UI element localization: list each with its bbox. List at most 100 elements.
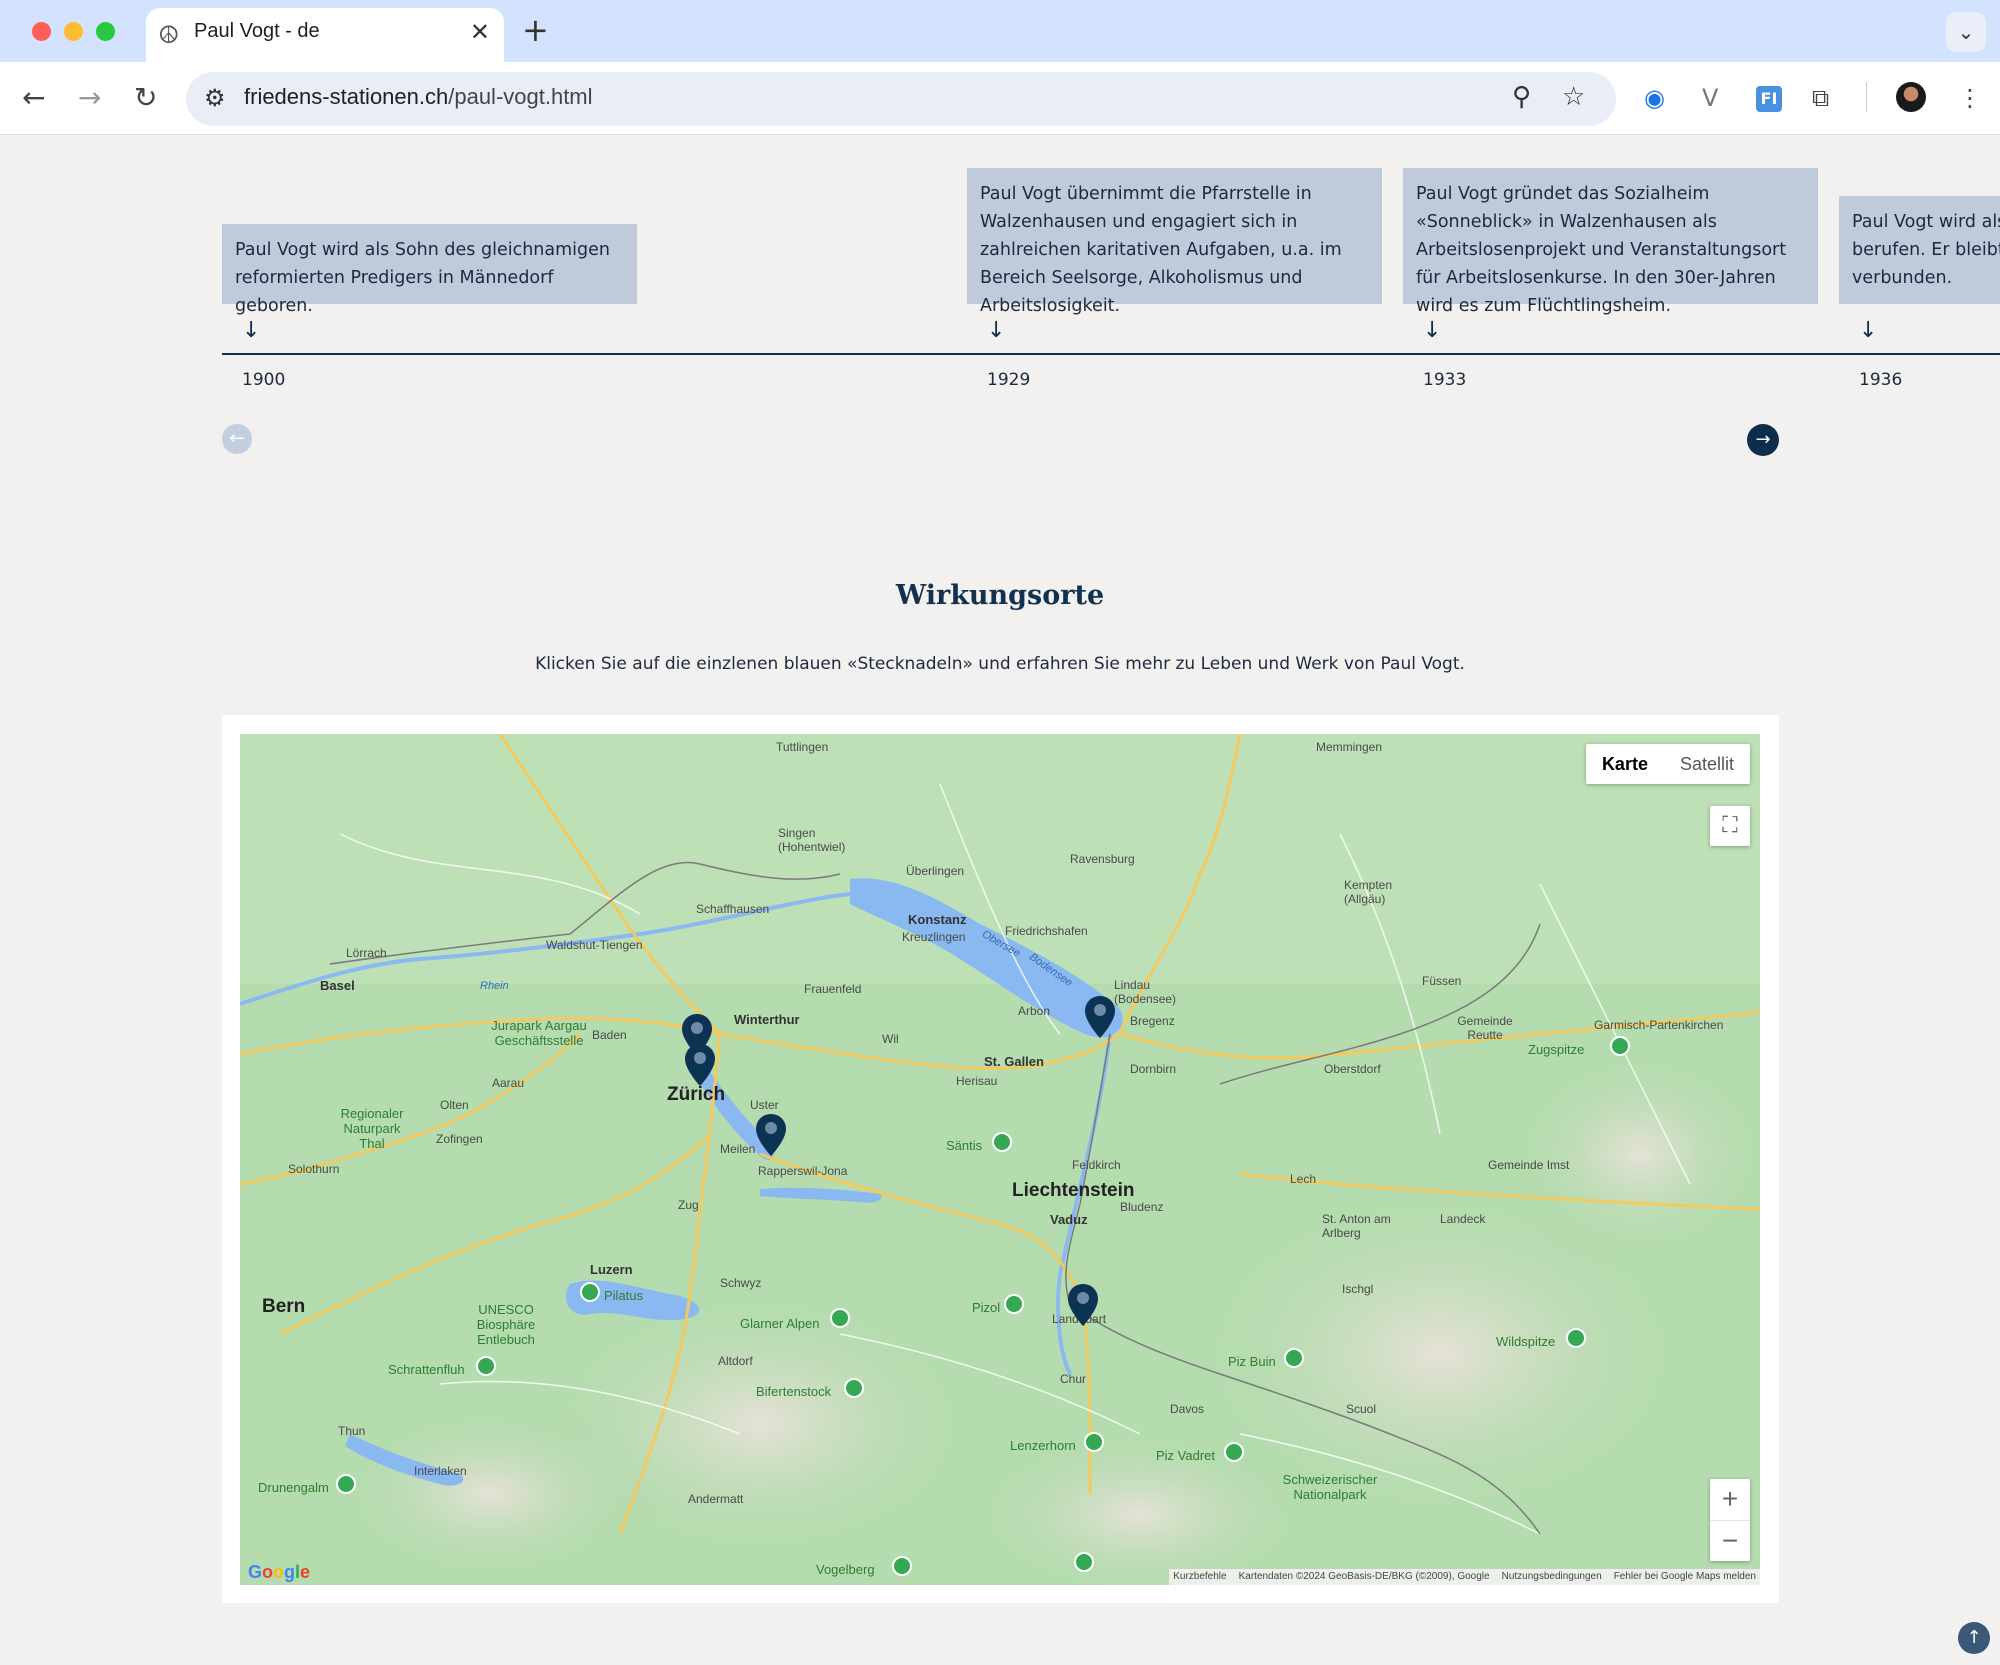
new-tab-button[interactable]: + bbox=[522, 12, 549, 48]
map-label-reutte: Gemeinde Reutte bbox=[1457, 1014, 1513, 1042]
close-window-button[interactable] bbox=[32, 22, 51, 41]
poi-marker-wildspitze-icon[interactable] bbox=[1566, 1328, 1586, 1348]
map-label-waldshut: Waldshut-Tiengen bbox=[546, 938, 643, 952]
map-label-aarau: Aarau bbox=[492, 1076, 525, 1090]
timeline-year: 1933 bbox=[1423, 370, 1467, 390]
map-label-rapperswil: Rapperswil-Jona bbox=[758, 1164, 848, 1178]
map-label-meilen: Meilen bbox=[720, 1142, 756, 1156]
map-label-vogelberg: Vogelberg bbox=[816, 1562, 875, 1577]
map-label-bifertenstock: Bifertenstock bbox=[756, 1384, 832, 1399]
location-pin-landquart-icon[interactable] bbox=[1066, 1282, 1100, 1328]
location-pin-walzenhausen-icon[interactable] bbox=[1083, 994, 1117, 1040]
scroll-to-top-button[interactable]: ↑ bbox=[1958, 1622, 1990, 1654]
minimize-window-button[interactable] bbox=[64, 22, 83, 41]
poi-marker-lenzerhorn-icon[interactable] bbox=[1084, 1432, 1104, 1452]
menu-icon[interactable]: ⋮ bbox=[1958, 84, 1982, 112]
site-settings-tune-icon[interactable]: ⚙ bbox=[204, 84, 226, 112]
timeline-next-button[interactable]: → bbox=[1747, 424, 1779, 456]
forward-icon[interactable]: → bbox=[78, 80, 101, 116]
poi-marker-piz-buin-icon[interactable] bbox=[1284, 1348, 1304, 1368]
map-report-error-link[interactable]: Fehler bei Google Maps melden bbox=[1614, 1569, 1756, 1585]
poi-marker-zugspitze-icon[interactable] bbox=[1610, 1036, 1630, 1056]
map-label-vaduz: Vaduz bbox=[1050, 1212, 1088, 1227]
timeline-year: 1900 bbox=[242, 370, 286, 390]
url-path: /paul-vogt.html bbox=[448, 84, 593, 109]
timeline-arrow-down-icon: ↓ bbox=[1859, 318, 1878, 343]
map-label-imst: Gemeinde Imst bbox=[1488, 1158, 1570, 1172]
map-label-piz-vadret: Piz Vadret bbox=[1156, 1448, 1216, 1463]
map-label-friedrichshafen: Friedrichshafen bbox=[1005, 924, 1088, 938]
close-tab-icon[interactable]: ✕ bbox=[470, 18, 490, 46]
timeline-card-1900: Paul Vogt wird als Sohn des gleichnamige… bbox=[222, 224, 637, 316]
poi-marker-pizol-icon[interactable] bbox=[1004, 1294, 1024, 1314]
poi-marker-pilatus-icon[interactable] bbox=[580, 1282, 600, 1302]
profile-avatar[interactable] bbox=[1896, 82, 1926, 112]
map-label-piz-buin: Piz Buin bbox=[1228, 1354, 1276, 1369]
timeline-year: 1929 bbox=[987, 370, 1031, 390]
map-type-satellit-button[interactable]: Satellit bbox=[1664, 744, 1750, 784]
map-label-oberstdorf: Oberstdorf bbox=[1324, 1062, 1381, 1076]
zoom-out-button[interactable]: − bbox=[1710, 1521, 1750, 1562]
address-bar[interactable]: ⚙ friedens-stationen.ch/paul-vogt.html ⚲… bbox=[186, 72, 1616, 126]
star-icon[interactable]: ☆ bbox=[1562, 82, 1585, 112]
map-label-lenzerhorn: Lenzerhorn bbox=[1010, 1438, 1076, 1453]
google-map[interactable]: Zürich Liechtenstein Bern Luzern Basel W… bbox=[240, 734, 1760, 1585]
url-text[interactable]: friedens-stationen.ch/paul-vogt.html bbox=[244, 84, 593, 110]
map-label-st-anton: St. Anton am Arlberg bbox=[1322, 1212, 1391, 1240]
map-label-dornbirn: Dornbirn bbox=[1130, 1062, 1177, 1076]
map-label-fuessen: Füssen bbox=[1422, 974, 1462, 988]
poi-marker-schrattenfluh-icon[interactable] bbox=[476, 1356, 496, 1376]
location-pin-zuerich-icon[interactable] bbox=[683, 1042, 717, 1088]
map-label-kreuzlingen: Kreuzlingen bbox=[902, 930, 966, 944]
poi-marker-vogelberg-icon[interactable] bbox=[892, 1556, 912, 1576]
timeline-year: 1936 bbox=[1859, 370, 1903, 390]
map-label-altdorf: Altdorf bbox=[718, 1354, 753, 1368]
map-label-basel: Basel bbox=[320, 978, 355, 993]
back-icon[interactable]: ← bbox=[22, 80, 45, 116]
tab-search-chevron-down-icon[interactable]: ⌄ bbox=[1946, 12, 1986, 52]
map-label-scuol: Scuol bbox=[1346, 1402, 1377, 1416]
map-label-landeck: Landeck bbox=[1440, 1212, 1486, 1226]
map-shortcuts-link[interactable]: Kurzbefehle bbox=[1173, 1569, 1226, 1585]
map-label-schaffhausen: Schaffhausen bbox=[696, 902, 770, 916]
map-label-drunengalm: Drunengalm bbox=[258, 1480, 329, 1495]
map-terms-link[interactable]: Nutzungsbedingungen bbox=[1502, 1569, 1602, 1585]
fi-extension-icon[interactable]: FI bbox=[1756, 86, 1782, 112]
poi-marker-glarner-alpen-icon[interactable] bbox=[830, 1308, 850, 1328]
map-type-control: Karte Satellit bbox=[1585, 744, 1750, 784]
map-label-tuttlingen: Tuttlingen bbox=[776, 740, 829, 754]
map-label-konstanz: Konstanz bbox=[908, 912, 967, 927]
map-label-zugspitze: Zugspitze bbox=[1528, 1042, 1585, 1057]
location-pin-maennedorf-icon[interactable] bbox=[754, 1112, 788, 1158]
map-label-saentis: Säntis bbox=[946, 1138, 983, 1153]
google-logo[interactable]: Google bbox=[248, 1562, 310, 1583]
timeline-card-1929: Paul Vogt übernimmt die Pfarrstelle in W… bbox=[967, 168, 1382, 316]
maximize-window-button[interactable] bbox=[96, 22, 115, 41]
timeline-arrow-down-icon: ↓ bbox=[242, 318, 261, 343]
timeline-card-1936: Paul Vogt wird als P berufen. Er bleibt … bbox=[1839, 196, 2000, 304]
map-label-nationalpark: Schweizerischer Nationalpark bbox=[1282, 1472, 1378, 1502]
fullscreen-icon[interactable]: ⛶ bbox=[1710, 806, 1750, 846]
poi-marker-saentis-icon[interactable] bbox=[992, 1132, 1012, 1152]
map-label-bern: Bern bbox=[262, 1296, 306, 1317]
poi-marker-piz-vadret-icon[interactable] bbox=[1224, 1442, 1244, 1462]
poi-marker-bifertenstock-icon[interactable] bbox=[844, 1378, 864, 1398]
tab-strip: ☮ Paul Vogt - de ✕ + ⌄ bbox=[0, 0, 2000, 62]
reload-icon[interactable]: ↻ bbox=[134, 80, 157, 116]
timeline-arrow-down-icon: ↓ bbox=[987, 318, 1006, 343]
map-label-solothurn: Solothurn bbox=[288, 1162, 340, 1176]
poi-marker-drunengalm-icon[interactable] bbox=[336, 1474, 356, 1494]
poi-marker-piz-plata-icon[interactable] bbox=[1074, 1552, 1094, 1572]
map-label-loerrach: Lörrach bbox=[346, 946, 387, 960]
zoom-icon[interactable]: ⚲ bbox=[1512, 82, 1531, 112]
zoom-in-button[interactable]: + bbox=[1710, 1479, 1750, 1521]
map-label-frauenfeld: Frauenfeld bbox=[804, 982, 862, 996]
map-label-feldkirch: Feldkirch bbox=[1072, 1158, 1121, 1172]
vivaldi-extension-icon[interactable]: V bbox=[1702, 84, 1718, 112]
extensions-puzzle-icon[interactable]: ⧉ bbox=[1812, 84, 1829, 112]
browser-tab[interactable]: ☮ Paul Vogt - de ✕ bbox=[146, 8, 504, 62]
timeline-prev-button[interactable]: ← bbox=[222, 424, 252, 454]
map-type-karte-button[interactable]: Karte bbox=[1586, 744, 1664, 784]
map-label-olten: Olten bbox=[440, 1098, 469, 1112]
password-manager-extension-icon[interactable]: ◉ bbox=[1644, 84, 1665, 112]
